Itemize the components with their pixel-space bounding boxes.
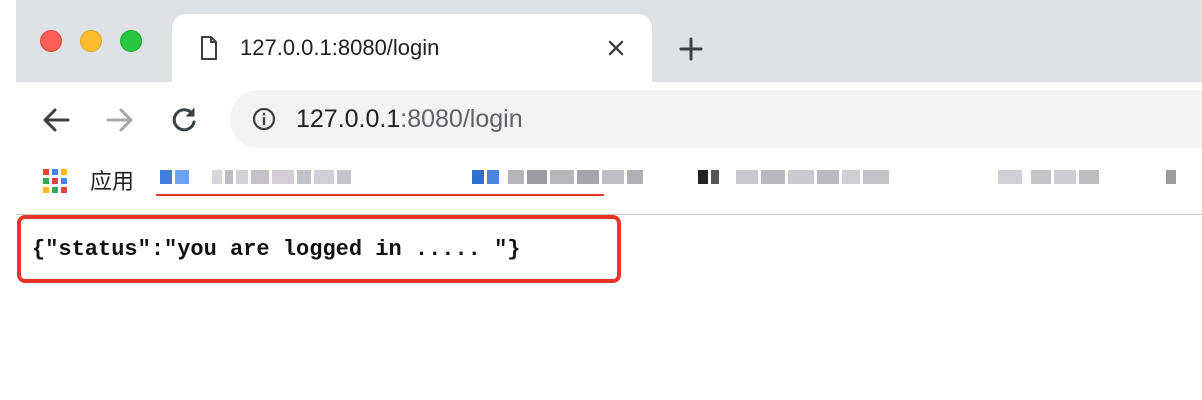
info-icon[interactable] [252,107,276,131]
tab-title: 127.0.0.1:8080/login [240,35,440,60]
bookmark-item[interactable] [472,166,643,188]
window-minimize-button[interactable] [80,30,102,52]
bookmark-underline [156,194,604,196]
page-icon [200,36,218,60]
window-maximize-button[interactable] [120,30,142,52]
reload-icon[interactable] [166,102,202,138]
bookmarks-bar: 应用 [16,154,1202,215]
bookmark-item[interactable] [1166,166,1176,188]
bookmark-item[interactable] [998,166,1099,188]
arrow-right-icon[interactable] [102,102,138,138]
plus-icon[interactable] [676,34,706,64]
close-icon[interactable] [604,36,628,60]
url-path: :8080/login [400,105,523,133]
browser-toolbar: 127.0.0.1:8080/login [16,82,1202,154]
active-tab[interactable]: 127.0.0.1:8080/login [172,14,652,82]
url-host: 127.0.0.1 [296,105,401,133]
bookmark-item[interactable] [160,166,351,188]
url-text[interactable]: 127.0.0.1:8080/login [296,104,523,134]
tab-strip: 127.0.0.1:8080/login [16,0,1202,82]
json-response: {"status":"you are logged in ..... "} [32,237,521,262]
bookmark-item[interactable] [698,166,889,188]
apps-grid-icon[interactable] [42,168,68,194]
address-bar[interactable]: 127.0.0.1:8080/login [230,90,1202,148]
arrow-left-icon[interactable] [38,102,74,138]
apps-label[interactable]: 应用 [90,168,134,196]
window-close-button[interactable] [40,30,62,52]
page-content: {"status":"you are logged in ..... "} [0,215,1202,400]
